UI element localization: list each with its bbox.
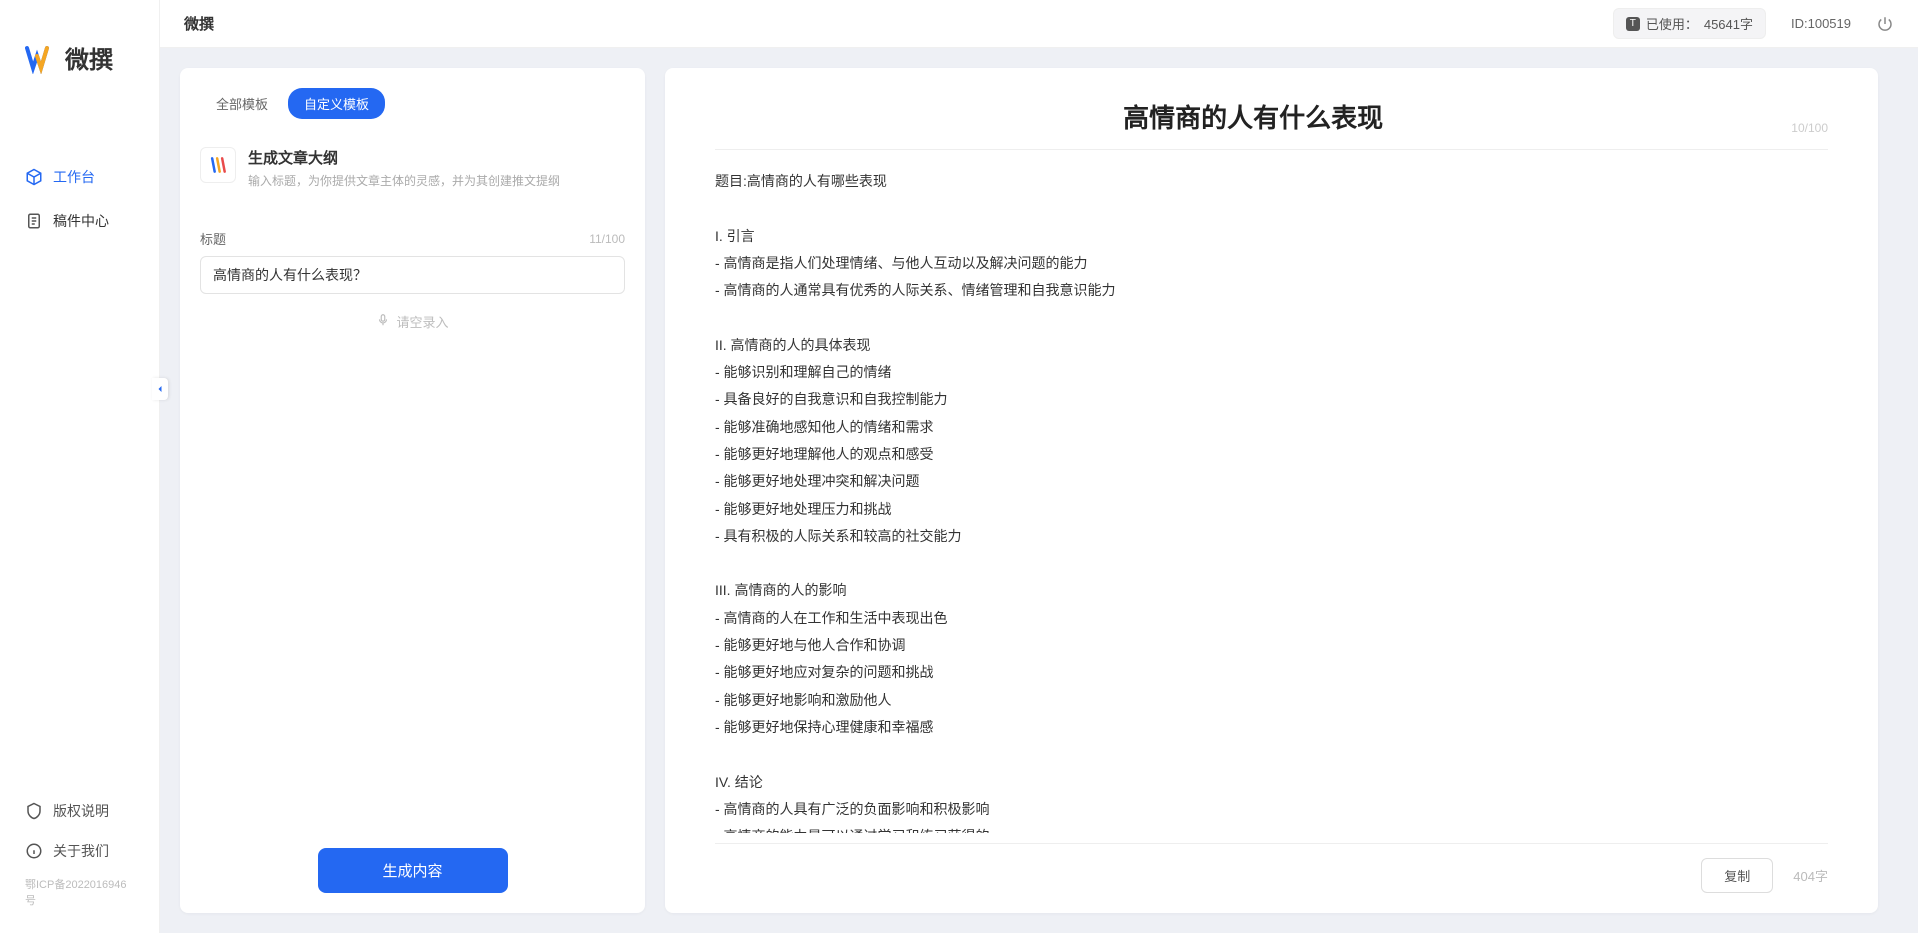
page-title: 微撰 bbox=[184, 13, 214, 34]
doc-icon bbox=[25, 212, 43, 230]
template-title: 生成文章大纲 bbox=[248, 147, 625, 168]
title-char-count: 11/100 bbox=[589, 232, 625, 246]
template-icon bbox=[200, 147, 236, 183]
bottom-item-label: 版权说明 bbox=[53, 801, 109, 821]
copy-button[interactable]: 复制 bbox=[1701, 858, 1773, 893]
output-body[interactable]: 题目:高情商的人有哪些表现 I. 引言 - 高情商是指人们处理情绪、与他人互动以… bbox=[715, 168, 1828, 833]
main-area: 微撰 T 已使用： 45641字 ID:100519 全部模板 自定义模板 bbox=[160, 0, 1918, 933]
power-icon[interactable] bbox=[1876, 15, 1894, 33]
nav-item-label: 工作台 bbox=[53, 167, 95, 187]
nav-item-label: 稿件中心 bbox=[53, 211, 109, 231]
usage-prefix: 已使用： bbox=[1646, 14, 1698, 33]
logo[interactable]: 微撰 bbox=[0, 0, 159, 105]
content-row: 全部模板 自定义模板 生成文章大纲 输入标题，为你提供文章主体的灵感，并为其创建… bbox=[160, 48, 1918, 933]
output-panel: 高情商的人有什么表现 10/100 题目:高情商的人有哪些表现 I. 引言 - … bbox=[665, 68, 1878, 913]
logo-text: 微撰 bbox=[65, 40, 113, 75]
output-title: 高情商的人有什么表现 bbox=[715, 98, 1791, 135]
sidebar-collapse-handle[interactable] bbox=[152, 378, 168, 400]
tab-all-templates[interactable]: 全部模板 bbox=[200, 88, 284, 119]
cube-icon bbox=[25, 168, 43, 186]
topbar: 微撰 T 已使用： 45641字 ID:100519 bbox=[160, 0, 1918, 48]
nav-item-drafts[interactable]: 稿件中心 bbox=[0, 199, 159, 243]
voice-input-hint[interactable]: 请空录入 bbox=[200, 312, 625, 331]
tab-custom-templates[interactable]: 自定义模板 bbox=[288, 88, 385, 119]
text-icon: T bbox=[1626, 17, 1640, 31]
mic-icon bbox=[376, 313, 390, 330]
usage-value: 45641字 bbox=[1704, 14, 1753, 33]
generate-button[interactable]: 生成内容 bbox=[318, 848, 508, 893]
voice-hint-text: 请空录入 bbox=[396, 312, 448, 331]
bottom-item-copyright[interactable]: 版权说明 bbox=[0, 791, 159, 831]
logo-icon bbox=[25, 42, 57, 74]
sidebar: 微撰 工作台 稿件中心 bbox=[0, 0, 160, 933]
nav-menu: 工作台 稿件中心 bbox=[0, 105, 159, 791]
sidebar-bottom: 版权说明 关于我们 鄂ICP备2022016946号 bbox=[0, 791, 159, 933]
icp-text: 鄂ICP备2022016946号 bbox=[0, 871, 159, 913]
shield-icon bbox=[25, 802, 43, 820]
tab-row: 全部模板 自定义模板 bbox=[200, 88, 625, 119]
user-id: ID:100519 bbox=[1791, 16, 1851, 31]
config-panel: 全部模板 自定义模板 生成文章大纲 输入标题，为你提供文章主体的灵感，并为其创建… bbox=[180, 68, 645, 913]
nav-item-workspace[interactable]: 工作台 bbox=[0, 155, 159, 199]
template-card: 生成文章大纲 输入标题，为你提供文章主体的灵感，并为其创建推文提纲 bbox=[200, 137, 625, 209]
title-input[interactable] bbox=[200, 256, 625, 294]
template-desc: 输入标题，为你提供文章主体的灵感，并为其创建推文提纲 bbox=[248, 172, 625, 189]
title-field-label: 标题 bbox=[200, 229, 226, 248]
usage-badge[interactable]: T 已使用： 45641字 bbox=[1613, 8, 1766, 39]
bottom-item-about[interactable]: 关于我们 bbox=[0, 831, 159, 871]
word-count: 404字 bbox=[1793, 866, 1828, 885]
output-title-count: 10/100 bbox=[1791, 121, 1828, 135]
bottom-item-label: 关于我们 bbox=[53, 841, 109, 861]
info-icon bbox=[25, 842, 43, 860]
